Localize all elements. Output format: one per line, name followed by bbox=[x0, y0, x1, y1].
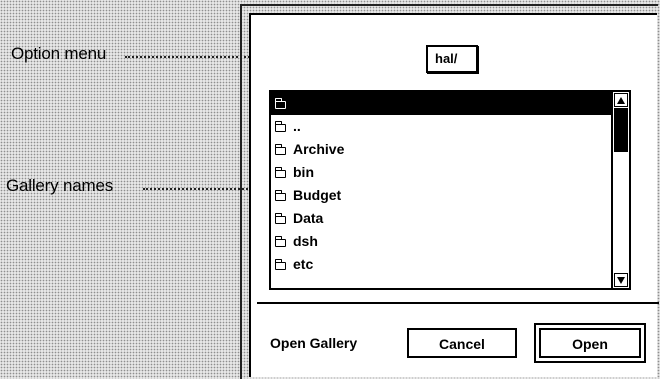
cancel-button[interactable]: Cancel bbox=[407, 328, 517, 358]
list-item[interactable]: Budget bbox=[271, 184, 613, 207]
scroll-down-arrow-icon[interactable] bbox=[614, 273, 628, 287]
folder-icon bbox=[274, 189, 286, 201]
folder-icon bbox=[274, 235, 286, 247]
list-item-label: Budget bbox=[293, 187, 342, 203]
folder-icon bbox=[274, 258, 286, 270]
folder-icon bbox=[274, 120, 286, 132]
list-item[interactable]: Archive bbox=[271, 138, 613, 161]
open-button[interactable]: Open bbox=[539, 328, 641, 358]
list-item[interactable]: dsh bbox=[271, 230, 613, 253]
list-item[interactable]: etc bbox=[271, 253, 613, 276]
list-item[interactable]: .. bbox=[271, 115, 613, 138]
open-gallery-dialog: hal/ .. Archive bin Budget Data dsh etc Open G… bbox=[249, 13, 659, 377]
callout-option-menu: Option menu bbox=[11, 44, 107, 63]
folder-icon bbox=[274, 212, 286, 224]
list-item-label: dsh bbox=[293, 233, 318, 249]
list-item-label: Archive bbox=[293, 141, 345, 157]
list-item[interactable] bbox=[271, 92, 613, 115]
vertical-scrollbar[interactable] bbox=[611, 92, 629, 288]
folder-icon bbox=[274, 143, 286, 155]
folder-icon bbox=[274, 166, 286, 178]
path-option-menu[interactable]: hal/ bbox=[426, 45, 478, 73]
scroll-thumb[interactable] bbox=[614, 108, 628, 152]
divider bbox=[257, 302, 659, 304]
folder-icon bbox=[274, 97, 286, 109]
list-item-label: Data bbox=[293, 210, 324, 226]
list-item-label: bin bbox=[293, 164, 314, 180]
list-item[interactable]: Data bbox=[271, 207, 613, 230]
callout-gallery-names: Gallery names bbox=[6, 176, 113, 195]
gallery-list[interactable]: .. Archive bin Budget Data dsh etc bbox=[269, 90, 631, 290]
list-item-label: .. bbox=[293, 118, 301, 134]
gallery-list-rows: .. Archive bin Budget Data dsh etc bbox=[271, 92, 613, 276]
scroll-up-arrow-icon[interactable] bbox=[614, 93, 628, 107]
list-item[interactable]: bin bbox=[271, 161, 613, 184]
dialog-title-label: Open Gallery bbox=[270, 335, 358, 351]
list-item-label: etc bbox=[293, 256, 314, 272]
